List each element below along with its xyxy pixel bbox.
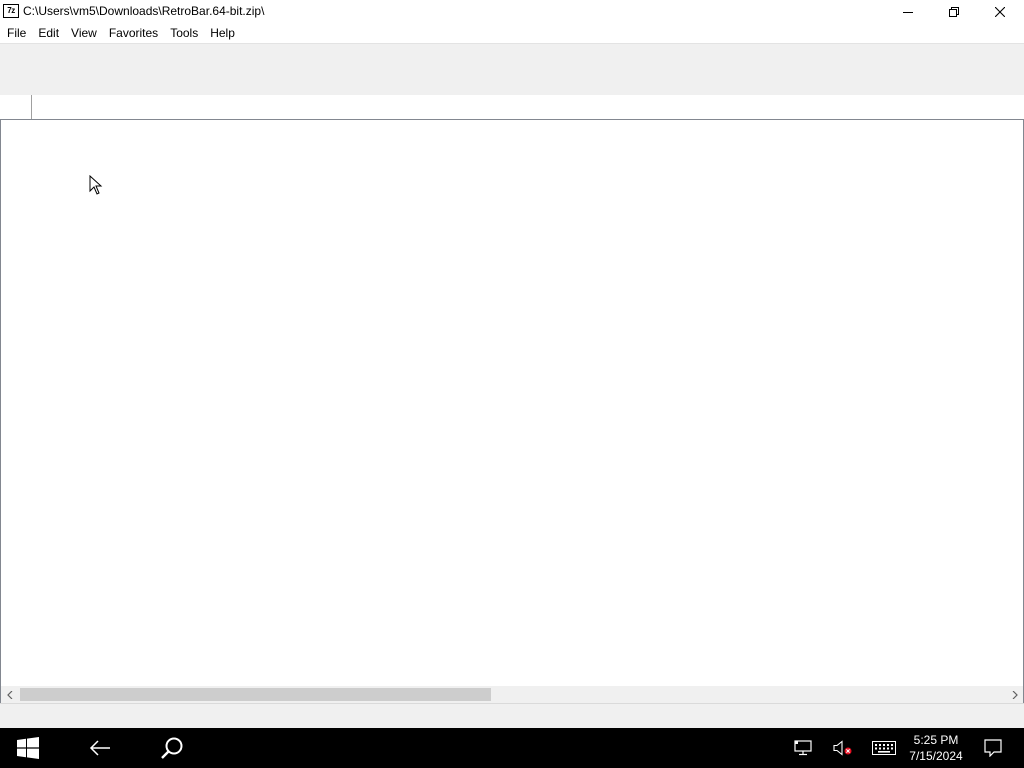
start-button[interactable] — [0, 728, 56, 768]
search-button[interactable] — [144, 728, 200, 768]
back-button[interactable] — [72, 728, 128, 768]
touch-keyboard-button[interactable] — [868, 728, 900, 768]
taskbar: 5:25 PM 7/15/2024 — [0, 728, 1024, 768]
status-bar — [0, 703, 1024, 728]
mouse-cursor-icon — [89, 175, 103, 195]
close-icon — [995, 6, 1005, 17]
scroll-thumb[interactable] — [20, 688, 491, 701]
windows-logo-icon — [17, 737, 39, 759]
action-center-button[interactable] — [976, 728, 1010, 768]
keyboard-icon — [872, 741, 896, 755]
menu-edit[interactable]: Edit — [32, 23, 65, 43]
up-folder-button[interactable] — [0, 95, 32, 119]
scroll-left-button[interactable] — [1, 686, 18, 703]
scroll-right-button[interactable] — [1006, 686, 1023, 703]
horizontal-scrollbar[interactable] — [0, 686, 1024, 703]
file-list[interactable] — [0, 119, 1024, 688]
volume-button[interactable] — [828, 728, 858, 768]
action-center-icon — [984, 739, 1002, 757]
network-button[interactable] — [788, 728, 818, 768]
back-arrow-icon — [89, 740, 110, 756]
menu-view[interactable]: View — [65, 23, 103, 43]
address-bar — [0, 95, 1024, 119]
clock-date: 7/15/2024 — [909, 749, 963, 763]
menu-favorites[interactable]: Favorites — [103, 23, 164, 43]
app-window: 7z C:\Users\vm5\Downloads\RetroBar.64-bi… — [0, 0, 1024, 728]
menu-file[interactable]: File — [0, 23, 32, 43]
app-icon[interactable]: 7z — [3, 4, 19, 18]
scroll-right-icon — [1012, 690, 1018, 699]
menu-help[interactable]: Help — [204, 23, 241, 43]
clock-time: 5:25 PM — [913, 733, 959, 747]
search-icon — [161, 737, 183, 759]
toolbar — [0, 43, 1024, 95]
menu-tools[interactable]: Tools — [164, 23, 204, 43]
volume-muted-icon — [833, 740, 852, 756]
scroll-left-icon — [6, 690, 12, 699]
window-title: C:\Users\vm5\Downloads\RetroBar.64-bit.z… — [23, 4, 265, 18]
menu-bar: File Edit View Favorites Tools Help — [0, 23, 1024, 43]
minimize-icon — [903, 11, 913, 13]
restore-button[interactable] — [931, 0, 977, 23]
network-icon — [794, 740, 812, 756]
clock[interactable]: 5:25 PM 7/15/2024 — [904, 728, 968, 768]
restore-icon — [949, 6, 959, 17]
minimize-button[interactable] — [885, 0, 931, 23]
title-bar[interactable]: 7z C:\Users\vm5\Downloads\RetroBar.64-bi… — [0, 0, 1024, 23]
address-input[interactable] — [33, 95, 1024, 119]
close-button[interactable] — [977, 0, 1023, 23]
